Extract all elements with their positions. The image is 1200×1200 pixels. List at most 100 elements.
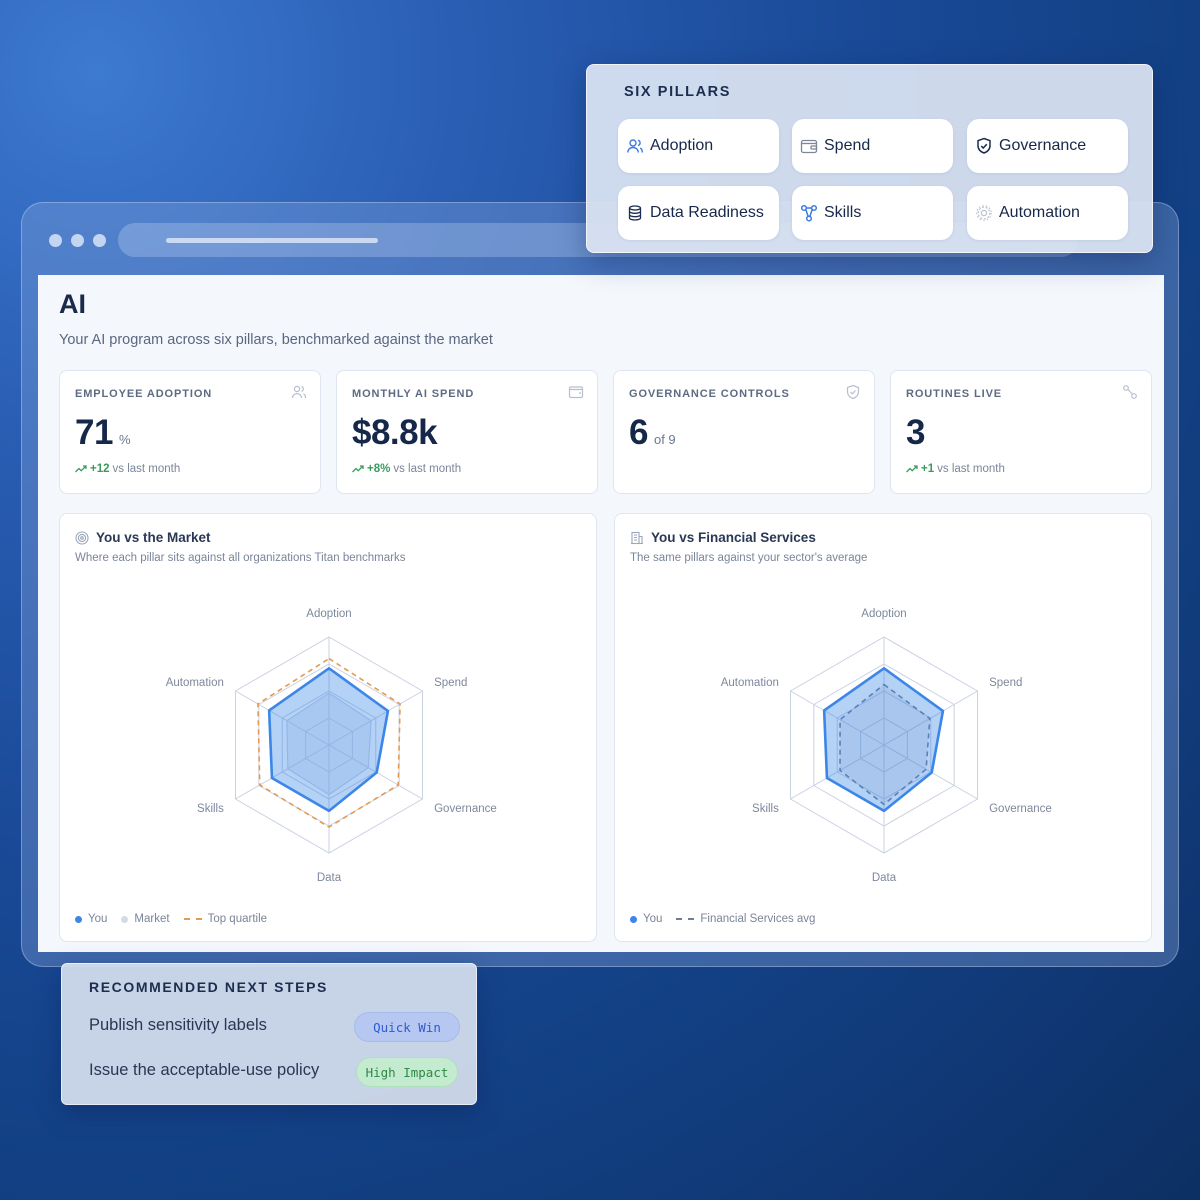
trend-text: vs last month bbox=[112, 463, 181, 475]
rec-item-text[interactable]: Publish sensitivity labels bbox=[89, 1016, 267, 1035]
window-close-dot[interactable] bbox=[49, 234, 62, 247]
radar-axis-label: Automation bbox=[721, 677, 779, 689]
radar-axis-label: Skills bbox=[752, 803, 779, 815]
kpi-label: MONTHLY AI SPEND bbox=[352, 388, 475, 400]
legend-label: Market bbox=[134, 913, 170, 925]
chart-subtitle: The same pillars against your sector's a… bbox=[630, 552, 868, 564]
high-impact-badge[interactable]: High Impact bbox=[356, 1057, 458, 1087]
gear-icon bbox=[976, 205, 992, 221]
browser-window: AI Your AI program across six pillars, b… bbox=[21, 202, 1179, 967]
pillar-label: Governance bbox=[999, 137, 1087, 154]
quick-win-badge[interactable]: Quick Win bbox=[354, 1012, 460, 1042]
window-minimize-dot[interactable] bbox=[71, 234, 84, 247]
kpi-trend: +8% vs last month bbox=[352, 463, 461, 475]
shield-icon bbox=[846, 384, 860, 400]
trend-delta: +12 bbox=[90, 463, 110, 475]
kpi-card-governance-controls[interactable]: GOVERNANCE CONTROLS 6 of 9 bbox=[613, 370, 875, 494]
pillar-label: Adoption bbox=[650, 137, 714, 154]
target-icon bbox=[75, 530, 89, 545]
wallet-icon bbox=[800, 139, 818, 154]
trend-delta: +8% bbox=[367, 463, 391, 475]
recs-title: RECOMMENDED NEXT STEPS bbox=[89, 979, 328, 995]
legend-label: You bbox=[643, 913, 663, 925]
kpi-value: 6 bbox=[629, 413, 648, 452]
radar-series-you bbox=[267, 667, 390, 813]
dashboard-content: AI Your AI program across six pillars, b… bbox=[38, 275, 1164, 952]
recommended-next-steps-panel: RECOMMENDED NEXT STEPS Publish sensitivi… bbox=[61, 963, 477, 1105]
pillars-title: SIX PILLARS bbox=[624, 84, 732, 100]
legend-swatch-sector-avg bbox=[676, 918, 695, 920]
users-icon bbox=[627, 139, 643, 153]
wallet-icon bbox=[568, 386, 584, 399]
chart-subtitle: Where each pillar sits against all organ… bbox=[75, 552, 406, 564]
page-subtitle: Your AI program across six pillars, benc… bbox=[59, 332, 493, 348]
kpi-value-row: 71 % bbox=[75, 413, 131, 453]
radar-axis-label: Data bbox=[317, 872, 342, 884]
pillar-data-readiness[interactable]: Data Readiness bbox=[618, 186, 779, 240]
six-pillars-panel: SIX PILLARS Adoption Spend Governance Da… bbox=[586, 64, 1153, 253]
radar-axis-label: Adoption bbox=[861, 608, 906, 620]
pillar-label: Data Readiness bbox=[650, 204, 764, 221]
pillar-label: Spend bbox=[824, 137, 871, 154]
pillar-governance[interactable]: Governance bbox=[967, 119, 1128, 173]
radar-axis-label: Data bbox=[872, 872, 897, 884]
chart-legend: You Financial Services avg bbox=[630, 913, 815, 925]
kpi-suffix: % bbox=[118, 432, 131, 447]
pillar-skills[interactable]: Skills bbox=[792, 186, 953, 240]
market-radar-card: You vs the Market Where each pillar sits… bbox=[59, 513, 597, 942]
address-placeholder-line bbox=[166, 238, 378, 243]
trend-up-icon bbox=[75, 465, 87, 473]
users-icon bbox=[291, 385, 307, 399]
pillar-automation[interactable]: Automation bbox=[967, 186, 1128, 240]
chart-legend: You Market Top quartile bbox=[75, 913, 267, 925]
trend-up-icon bbox=[352, 465, 364, 473]
database-icon bbox=[628, 205, 642, 221]
kpi-trend: +12 vs last month bbox=[75, 463, 180, 475]
radar-axis-label: Governance bbox=[434, 803, 497, 815]
radar-axis-label: Spend bbox=[989, 677, 1022, 689]
legend-swatch-you bbox=[630, 915, 637, 923]
kpi-value: $8.8k bbox=[352, 413, 438, 452]
legend-label: Financial Services avg bbox=[700, 913, 816, 925]
legend-item-you: You bbox=[630, 913, 662, 925]
kpi-card-employee-adoption[interactable]: EMPLOYEE ADOPTION 71 % +12 vs last month bbox=[59, 370, 321, 494]
kpi-value-row: 3 bbox=[906, 413, 925, 453]
workflow-icon bbox=[1123, 385, 1137, 399]
legend-item-market: Market bbox=[121, 913, 170, 925]
legend-swatch-market bbox=[121, 915, 129, 923]
window-maximize-dot[interactable] bbox=[93, 234, 106, 247]
window-controls bbox=[49, 234, 106, 247]
legend-swatch-you bbox=[75, 915, 82, 923]
network-icon bbox=[800, 204, 818, 222]
page-title: AI bbox=[59, 289, 86, 319]
kpi-card-monthly-ai-spend[interactable]: MONTHLY AI SPEND $8.8k +8% vs last month bbox=[336, 370, 598, 494]
pillar-spend[interactable]: Spend bbox=[792, 119, 953, 173]
chart-header: You vs Financial Services bbox=[630, 530, 816, 545]
kpi-value-row: 6 of 9 bbox=[629, 413, 676, 453]
legend-label: Top quartile bbox=[207, 913, 268, 925]
legend-item-top-quartile: Top quartile bbox=[183, 913, 268, 925]
pillar-adoption[interactable]: Adoption bbox=[618, 119, 779, 173]
trend-text: vs last month bbox=[393, 463, 462, 475]
kpi-label: EMPLOYEE ADOPTION bbox=[75, 388, 213, 400]
kpi-value: 71 bbox=[75, 413, 113, 452]
kpi-trend: +1 vs last month bbox=[906, 463, 1005, 475]
legend-label: You bbox=[88, 913, 108, 925]
sector-radar-card: You vs Financial Services The same pilla… bbox=[614, 513, 1152, 942]
trend-text: vs last month bbox=[937, 463, 1005, 475]
shield-icon bbox=[977, 137, 991, 154]
radar-axis-label: Automation bbox=[166, 677, 224, 689]
radar-axis-label: Spend bbox=[434, 677, 467, 689]
trend-delta: +1 bbox=[921, 463, 935, 475]
kpi-card-routines-live[interactable]: ROUTINES LIVE 3 +1 vs last month bbox=[890, 370, 1152, 494]
chart-title: You vs Financial Services bbox=[651, 530, 816, 545]
rec-item-text[interactable]: Issue the acceptable-use policy bbox=[89, 1061, 319, 1080]
radar-axis-label: Governance bbox=[989, 803, 1052, 815]
pillar-label: Skills bbox=[824, 204, 862, 221]
legend-item-you: You bbox=[75, 913, 107, 925]
chart-header: You vs the Market bbox=[75, 530, 211, 545]
legend-swatch-top-quartile bbox=[183, 918, 202, 920]
kpi-label: GOVERNANCE CONTROLS bbox=[629, 388, 790, 400]
radar-axis-label: Skills bbox=[197, 803, 224, 815]
building-icon bbox=[631, 531, 643, 544]
